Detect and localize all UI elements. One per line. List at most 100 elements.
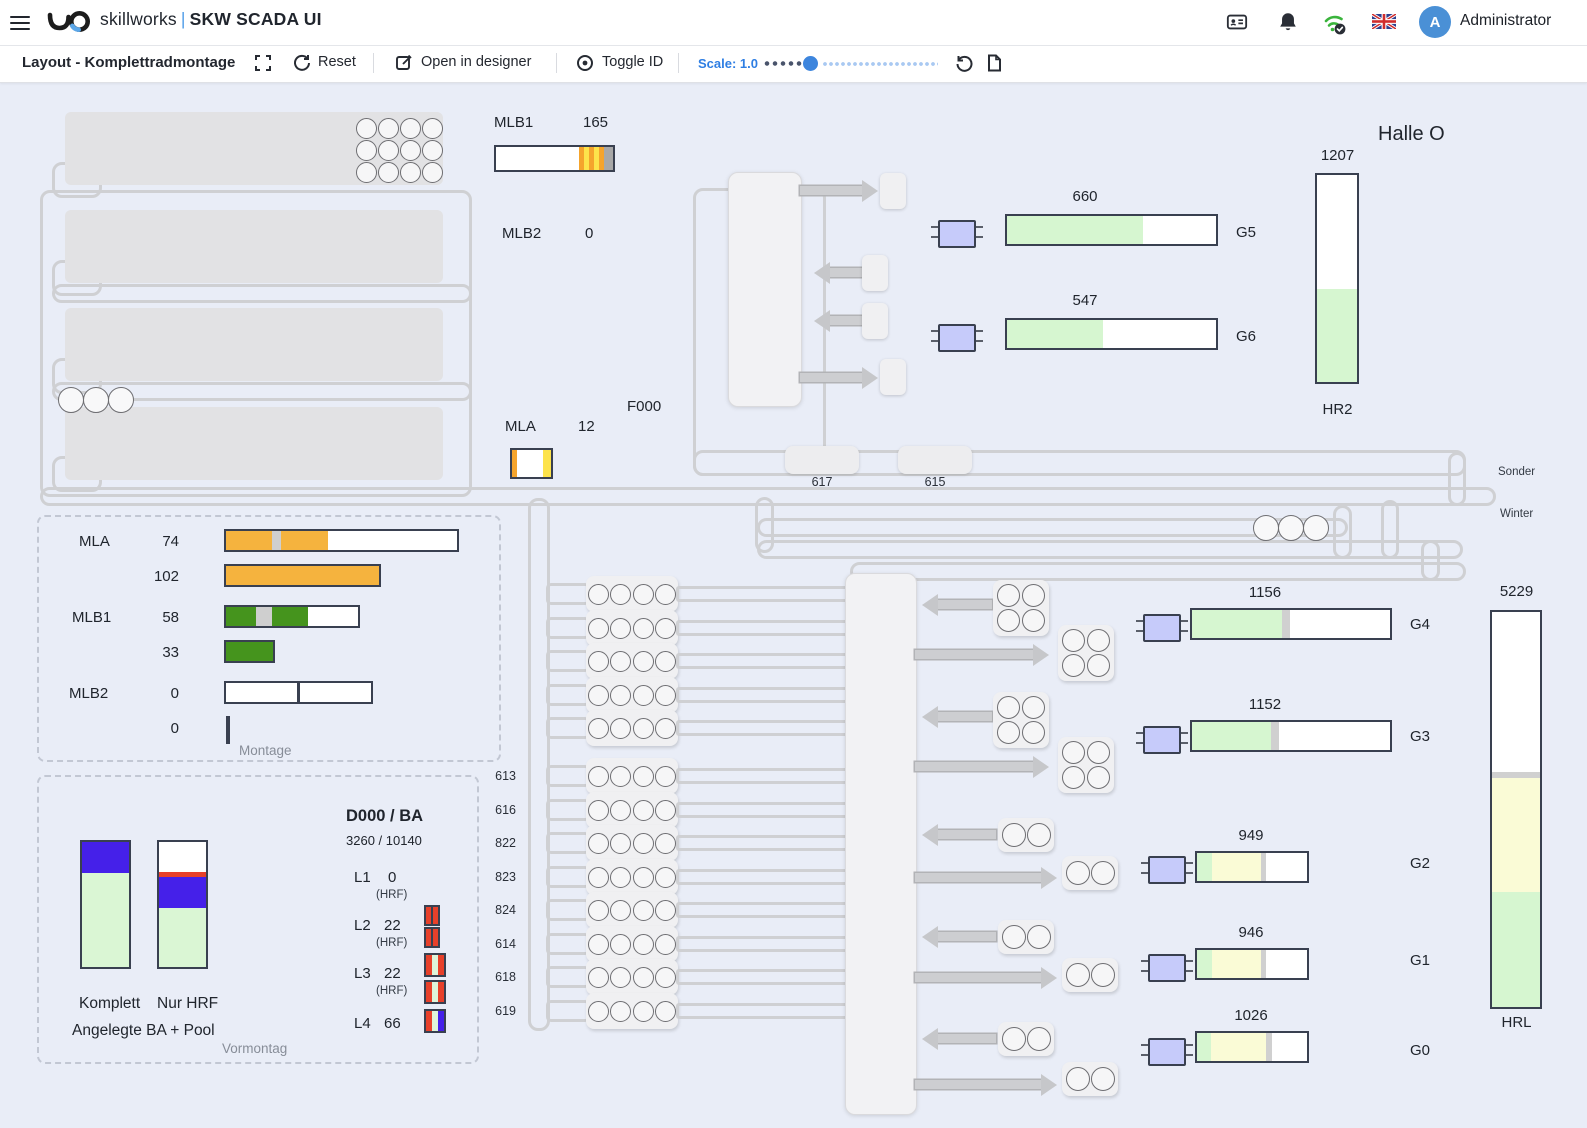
wheel-group-2x2: [1058, 737, 1114, 793]
l3-indicator: [424, 953, 446, 977]
flow-arrow-right: [915, 762, 1033, 771]
hrl-value: 5229: [1499, 583, 1534, 600]
l2-value: 22: [384, 917, 401, 934]
l1-sub: (HRF): [376, 889, 408, 901]
g6-value: 547: [1072, 292, 1098, 309]
vormontag-caption: Vormontag: [222, 1041, 288, 1056]
komplett-label: Komplett: [79, 995, 141, 1012]
l3-value: 22: [384, 965, 401, 982]
l2-sub: (HRF): [376, 937, 408, 949]
flow-arrow-right: [800, 373, 862, 382]
toggle-id-button[interactable]: Toggle ID: [602, 54, 663, 70]
mlb1-value: 165: [583, 114, 609, 131]
g6-label: G6: [1236, 328, 1257, 345]
io-station: [880, 173, 906, 209]
p1-mlb2-bar1: [224, 681, 373, 704]
g3-value: 1152: [1248, 696, 1282, 713]
fullscreen-icon[interactable]: [254, 54, 272, 72]
hr2-value: 1207: [1320, 147, 1355, 164]
scale-slider-track-rest[interactable]: [822, 62, 938, 66]
save-document-icon[interactable]: [986, 54, 1003, 72]
wheel-trio: [1253, 515, 1329, 541]
wheel-group: [586, 993, 678, 1029]
l3-label: L3: [354, 965, 371, 982]
skillworks-logo-icon: [47, 11, 90, 32]
l2-indicator: [424, 905, 440, 926]
g5-label: G5: [1236, 224, 1257, 241]
wheel-row-824: [546, 892, 860, 928]
wheel-row-823: [546, 859, 860, 895]
plc-chip-icon: [1141, 954, 1193, 982]
wheel-group-2x1: [1062, 958, 1118, 992]
flow-arrow-left: [830, 268, 862, 277]
flow-arrow-right: [915, 650, 1033, 659]
plc-chip-icon: [1136, 614, 1188, 642]
hr2-label: HR2: [1322, 401, 1353, 418]
plc-chip-icon: [1141, 856, 1193, 884]
g5-gauge: [1005, 214, 1218, 246]
reset-button[interactable]: Reset: [318, 54, 356, 70]
flow-arrow-left: [938, 1034, 996, 1043]
station-615: [898, 446, 972, 474]
notifications-bell-icon[interactable]: [1277, 11, 1299, 33]
p1-mla-bar2: [224, 564, 381, 587]
undo-icon[interactable]: [955, 54, 973, 72]
toggle-id-icon[interactable]: [576, 54, 594, 72]
p1-caption: Montage: [239, 743, 292, 758]
g1-value: 946: [1238, 924, 1264, 941]
scada-app: skillworks | SKW SCADA UI A Administrator: [0, 0, 1587, 1128]
connection-status-icon[interactable]: [1322, 11, 1348, 37]
app-title: skillworks | SKW SCADA UI: [100, 9, 322, 29]
title-separator: |: [180, 9, 186, 29]
wheel-row: [546, 643, 860, 679]
mlb1-gauge: [494, 145, 615, 172]
wheel-group-2x2: [993, 580, 1049, 636]
g2-label: G2: [1410, 855, 1431, 872]
hrl-label: HRL: [1501, 1014, 1532, 1031]
reset-icon[interactable]: [293, 54, 311, 72]
l1-value: 0: [388, 869, 397, 886]
flow-arrow-right: [800, 186, 862, 195]
menu-icon[interactable]: [10, 12, 32, 32]
id-card-icon[interactable]: [1226, 11, 1248, 33]
wheel-row: [546, 710, 860, 746]
mlb2-label: MLB2: [502, 225, 542, 242]
p1-mla-value2: 102: [153, 568, 179, 585]
wheel-row: [546, 677, 860, 713]
user-avatar[interactable]: A: [1419, 6, 1451, 38]
p1-mla-label: MLA: [79, 533, 110, 550]
central-machine-block: [845, 573, 917, 1115]
wheel-group: [586, 792, 678, 828]
l3-indicator: [424, 980, 446, 1004]
plc-chip-icon: [931, 220, 983, 248]
p1-mlb1-bar2: [224, 640, 275, 663]
user-name: Administrator: [1460, 12, 1552, 29]
hr2-silo-gauge: [1315, 173, 1359, 384]
wheel-group-2x1: [998, 1022, 1054, 1056]
nur-hrf-label: Nur HRF: [157, 995, 219, 1012]
f000-label: F000: [627, 398, 662, 415]
wheel-group-2x2: [1058, 625, 1114, 681]
d000-title: D000 / BA: [346, 807, 424, 825]
f000-machine-block: [728, 172, 802, 407]
layout-toolbar: Layout - Komplettradmontage Reset Open i…: [0, 45, 1587, 83]
language-flag-icon[interactable]: [1372, 14, 1396, 29]
wheel-group: [586, 959, 678, 995]
halle-title: Halle O: [1378, 123, 1445, 145]
wheel-row-613: [546, 758, 860, 794]
g2-gauge: [1195, 851, 1309, 883]
wheel-group: [586, 576, 678, 612]
open-in-designer-button[interactable]: Open in designer: [421, 54, 531, 70]
g1-label: G1: [1410, 952, 1431, 969]
flow-arrow-left: [938, 712, 992, 721]
conveyor-track: [757, 540, 1463, 559]
scada-canvas: MLB1 165 MLB2 0 MLA 12 F000 617 615 660 …: [0, 82, 1587, 1128]
scale-slider-thumb[interactable]: [803, 56, 818, 71]
station-617-label: 617: [811, 475, 833, 489]
wheel-row-618: [546, 959, 860, 995]
edit-designer-icon[interactable]: [395, 54, 413, 72]
winter-label: Winter: [1500, 508, 1534, 520]
wheel-group: [586, 926, 678, 962]
mla-gauge: [510, 448, 553, 479]
montage-panel: MLA 74 102 MLB1 58 33 MLB2 0 0 Montage: [37, 515, 501, 762]
